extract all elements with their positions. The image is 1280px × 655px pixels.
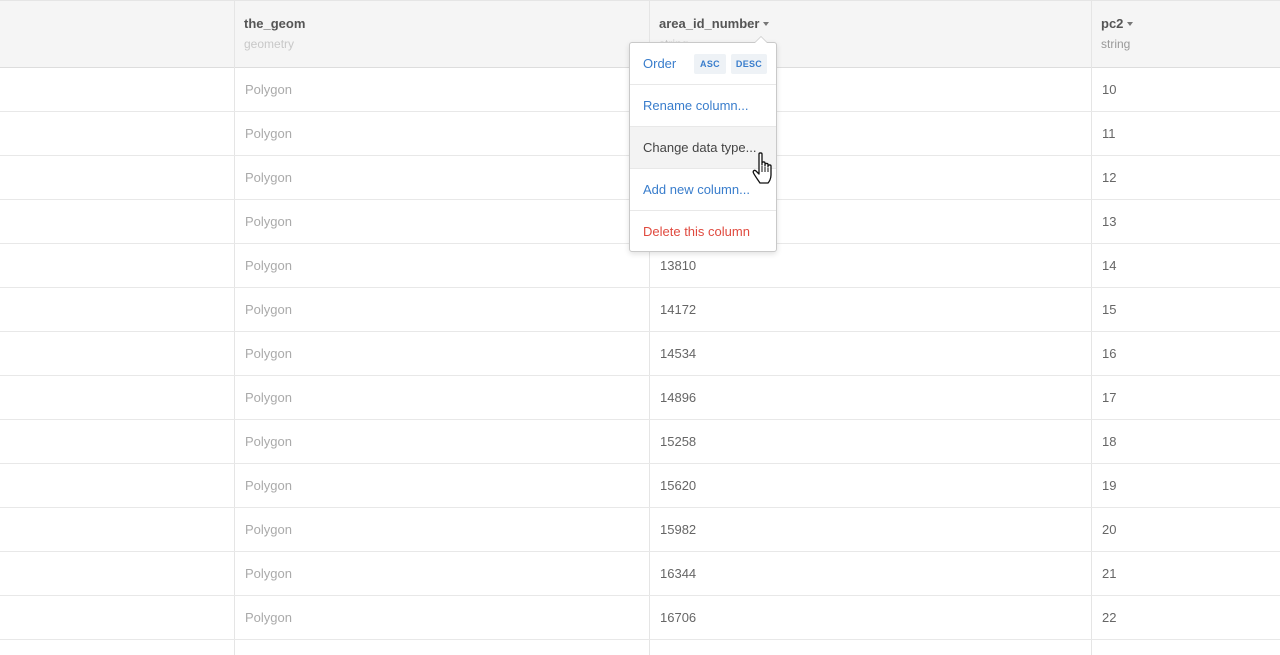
cell-the-geom[interactable]: Polygon	[235, 464, 649, 507]
column-options-dropdown: Order ASC DESC Rename column... Change d…	[629, 36, 777, 253]
cell-pc2[interactable]: 12	[1092, 156, 1280, 199]
order-row: Order ASC DESC	[630, 43, 776, 85]
cell-area-id-number[interactable]: 14896	[650, 376, 1091, 419]
cell-area-id-number[interactable]: 14534	[650, 332, 1091, 375]
cell-area-id-number[interactable]: 15258	[650, 420, 1091, 463]
cell-area-id-number[interactable]: 16706	[650, 596, 1091, 639]
cell-pc2[interactable]: 10	[1092, 68, 1280, 111]
column-name: pc2	[1101, 16, 1124, 31]
column-type: string	[1101, 37, 1131, 51]
cell-pc2[interactable]: 20	[1092, 508, 1280, 551]
cell-the-geom[interactable]: Polygon	[235, 596, 649, 639]
column-type: geometry	[244, 37, 295, 51]
cell-the-geom[interactable]: Polygon	[235, 376, 649, 419]
caret-down-icon[interactable]	[1127, 21, 1134, 26]
cell-the-geom[interactable]: Polygon	[235, 420, 649, 463]
cell-pc2[interactable]: 13	[1092, 200, 1280, 243]
table-row: Polygon 15258 18	[0, 420, 1280, 464]
cell-the-geom[interactable]: Polygon	[235, 552, 649, 595]
cell-the-geom[interactable]: Polygon	[235, 156, 649, 199]
table-row: Polygon 16706 22	[0, 596, 1280, 640]
cell-area-id-number[interactable]: 15982	[650, 508, 1091, 551]
column-header-the-geom[interactable]: the_geom geometry	[234, 1, 649, 68]
cell-the-geom[interactable]: Polygon	[235, 112, 649, 155]
table-row: Polygon 14172 15	[0, 288, 1280, 332]
cell-pc2[interactable]: 18	[1092, 420, 1280, 463]
cell-the-geom[interactable]: Polygon	[235, 508, 649, 551]
sort-asc-button[interactable]: ASC	[694, 54, 726, 74]
cell-pc2[interactable]: 16	[1092, 332, 1280, 375]
cell-area-id-number[interactable]: 14172	[650, 288, 1091, 331]
delete-column-item[interactable]: Delete this column	[630, 211, 776, 253]
cell-the-geom[interactable]: Polygon	[235, 288, 649, 331]
cell-pc2[interactable]: 11	[1092, 112, 1280, 155]
column-name: the_geom	[244, 16, 306, 31]
rename-column-item[interactable]: Rename column...	[630, 85, 776, 127]
cell-the-geom[interactable]: Polygon	[235, 332, 649, 375]
cell-pc2[interactable]: 19	[1092, 464, 1280, 507]
cell-pc2[interactable]: 21	[1092, 552, 1280, 595]
data-table: the_geom geometry area_id_number string …	[0, 0, 1280, 655]
table-row: Polygon 15620 19	[0, 464, 1280, 508]
table-row: Polygon 16344 21	[0, 552, 1280, 596]
table-row: Polygon 14896 17	[0, 376, 1280, 420]
sort-desc-button[interactable]: DESC	[731, 54, 767, 74]
table-row: Polygon 14534 16	[0, 332, 1280, 376]
table-row: Polygon 15982 20	[0, 508, 1280, 552]
cell-pc2[interactable]: 15	[1092, 288, 1280, 331]
cell-the-geom[interactable]: Polygon	[235, 200, 649, 243]
cell-the-geom[interactable]: Polygon	[235, 68, 649, 111]
cell-pc2[interactable]: 17	[1092, 376, 1280, 419]
cell-the-geom[interactable]: Polygon	[235, 244, 649, 287]
hand-pointer-icon	[752, 152, 772, 184]
caret-down-icon[interactable]	[763, 21, 770, 26]
cell-area-id-number[interactable]: 15620	[650, 464, 1091, 507]
order-label: Order	[643, 56, 677, 71]
column-name: area_id_number	[659, 16, 760, 31]
cell-area-id-number[interactable]: 16344	[650, 552, 1091, 595]
cell-pc2[interactable]: 22	[1092, 596, 1280, 639]
column-header-pc2[interactable]: pc2 string	[1091, 1, 1280, 68]
cell-pc2[interactable]: 14	[1092, 244, 1280, 287]
